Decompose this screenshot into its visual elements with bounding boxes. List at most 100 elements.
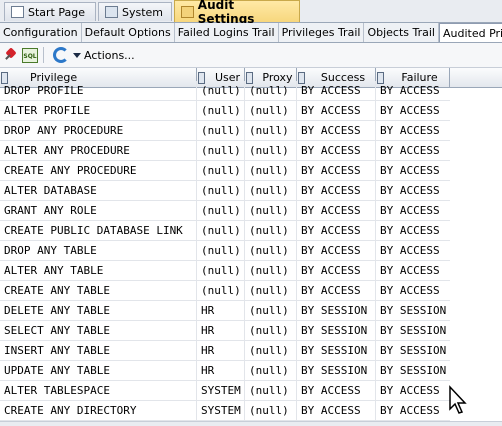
cell-privilege[interactable]: CREATE ANY TABLE: [0, 281, 197, 301]
cell-success[interactable]: BY ACCESS: [297, 381, 376, 401]
cell-failure[interactable]: BY ACCESS: [376, 121, 450, 141]
table-row[interactable]: DROP ANY TABLE (null) (null) BY ACCESS BY AC…: [0, 241, 450, 261]
cell-privilege[interactable]: DROP ANY TABLE: [0, 241, 197, 261]
cell-failure[interactable]: BY ACCESS: [376, 381, 450, 401]
cell-user[interactable]: (null): [197, 201, 245, 221]
subtab-configuration[interactable]: Configuration: [0, 23, 82, 42]
cell-failure[interactable]: BY ACCESS: [376, 101, 450, 121]
cell-privilege[interactable]: INSERT ANY TABLE: [0, 341, 197, 361]
tab-start-page[interactable]: Start Page: [4, 2, 96, 21]
cell-privilege[interactable]: SELECT ANY TABLE: [0, 321, 197, 341]
cell-user[interactable]: (null): [197, 181, 245, 201]
table-row[interactable]: ALTER DATABASE (null) (null) BY ACCESS BY AC…: [0, 181, 450, 201]
table-row[interactable]: CREATE ANY TABLE (null) (null) BY ACCESS BY …: [0, 281, 450, 301]
cell-success[interactable]: BY SESSION: [297, 361, 376, 381]
cell-failure[interactable]: BY ACCESS: [376, 81, 450, 101]
table-row[interactable]: ALTER TABLESPACE SYSTEM (null) BY ACCESS BY …: [0, 381, 450, 401]
table-row[interactable]: CREATE PUBLIC DATABASE LINK (null) (null) B…: [0, 221, 450, 241]
subtab-objects-trail[interactable]: Objects Trail: [364, 23, 439, 42]
cell-failure[interactable]: BY ACCESS: [376, 141, 450, 161]
cell-privilege[interactable]: ALTER PROFILE: [0, 101, 197, 121]
cell-success[interactable]: BY ACCESS: [297, 141, 376, 161]
tab-audit-settings[interactable]: Audit Settings: [174, 0, 300, 26]
cell-privilege[interactable]: ALTER DATABASE: [0, 181, 197, 201]
subtab-default-options[interactable]: Default Options: [82, 23, 175, 42]
cell-failure[interactable]: BY ACCESS: [376, 201, 450, 221]
table-row[interactable]: DROP PROFILE (null) (null) BY ACCESS BY ACCE…: [0, 81, 450, 101]
cell-privilege[interactable]: DELETE ANY TABLE: [0, 301, 197, 321]
run-sql-button[interactable]: SQL: [22, 45, 38, 65]
cell-success[interactable]: BY SESSION: [297, 301, 376, 321]
freeze-view-button[interactable]: [4, 45, 18, 65]
cell-privilege[interactable]: UPDATE ANY TABLE: [0, 361, 197, 381]
cell-privilege[interactable]: CREATE ANY DIRECTORY: [0, 401, 197, 421]
cell-failure[interactable]: BY SESSION: [376, 321, 450, 341]
cell-proxy[interactable]: (null): [245, 161, 297, 181]
cell-proxy[interactable]: (null): [245, 121, 297, 141]
cell-failure[interactable]: BY SESSION: [376, 341, 450, 361]
cell-user[interactable]: (null): [197, 121, 245, 141]
cell-failure[interactable]: BY ACCESS: [376, 261, 450, 281]
cell-user[interactable]: (null): [197, 161, 245, 181]
cell-privilege[interactable]: CREATE ANY PROCEDURE: [0, 161, 197, 181]
cell-proxy[interactable]: (null): [245, 221, 297, 241]
cell-success[interactable]: BY ACCESS: [297, 241, 376, 261]
cell-user[interactable]: (null): [197, 241, 245, 261]
cell-success[interactable]: BY SESSION: [297, 341, 376, 361]
cell-success[interactable]: BY ACCESS: [297, 281, 376, 301]
table-row[interactable]: CREATE ANY DIRECTORY SYSTEM (null) BY ACCES…: [0, 401, 450, 421]
cell-proxy[interactable]: (null): [245, 321, 297, 341]
cell-success[interactable]: BY ACCESS: [297, 181, 376, 201]
cell-failure[interactable]: BY ACCESS: [376, 241, 450, 261]
cell-success[interactable]: BY ACCESS: [297, 401, 376, 421]
refresh-button[interactable]: [53, 45, 69, 65]
cell-user[interactable]: (null): [197, 141, 245, 161]
cell-failure[interactable]: BY SESSION: [376, 361, 450, 381]
actions-menu[interactable]: Actions...: [73, 49, 135, 62]
cell-proxy[interactable]: (null): [245, 361, 297, 381]
cell-privilege[interactable]: ALTER ANY TABLE: [0, 261, 197, 281]
cell-failure[interactable]: BY ACCESS: [376, 181, 450, 201]
cell-proxy[interactable]: (null): [245, 201, 297, 221]
tab-system[interactable]: System: [98, 2, 172, 21]
cell-success[interactable]: BY ACCESS: [297, 201, 376, 221]
subtab-failed-logins-trail[interactable]: Failed Logins Trail: [175, 23, 279, 42]
cell-success[interactable]: BY ACCESS: [297, 121, 376, 141]
cell-proxy[interactable]: (null): [245, 341, 297, 361]
cell-user[interactable]: HR: [197, 321, 245, 341]
cell-failure[interactable]: BY ACCESS: [376, 401, 450, 421]
table-row[interactable]: DELETE ANY TABLE HR (null) BY SESSION BY SES…: [0, 301, 450, 321]
cell-privilege[interactable]: DROP ANY PROCEDURE: [0, 121, 197, 141]
cell-user[interactable]: SYSTEM: [197, 401, 245, 421]
cell-proxy[interactable]: (null): [245, 401, 297, 421]
cell-success[interactable]: BY ACCESS: [297, 161, 376, 181]
cell-user[interactable]: (null): [197, 261, 245, 281]
table-row[interactable]: GRANT ANY ROLE (null) (null) BY ACCESS BY AC…: [0, 201, 450, 221]
cell-success[interactable]: BY ACCESS: [297, 81, 376, 101]
cell-failure[interactable]: BY ACCESS: [376, 221, 450, 241]
cell-user[interactable]: HR: [197, 341, 245, 361]
cell-user[interactable]: (null): [197, 281, 245, 301]
cell-proxy[interactable]: (null): [245, 241, 297, 261]
cell-proxy[interactable]: (null): [245, 141, 297, 161]
cell-failure[interactable]: BY SESSION: [376, 301, 450, 321]
table-row[interactable]: ALTER PROFILE (null) (null) BY ACCESS BY ACC…: [0, 101, 450, 121]
cell-privilege[interactable]: CREATE PUBLIC DATABASE LINK: [0, 221, 197, 241]
cell-proxy[interactable]: (null): [245, 261, 297, 281]
cell-proxy[interactable]: (null): [245, 381, 297, 401]
table-row[interactable]: DROP ANY PROCEDURE (null) (null) BY ACCESS B…: [0, 121, 450, 141]
table-row[interactable]: UPDATE ANY TABLE HR (null) BY SESSION BY SES…: [0, 361, 450, 381]
table-row[interactable]: CREATE ANY PROCEDURE (null) (null) BY ACCES…: [0, 161, 450, 181]
cell-user[interactable]: SYSTEM: [197, 381, 245, 401]
cell-privilege[interactable]: ALTER TABLESPACE: [0, 381, 197, 401]
cell-privilege[interactable]: GRANT ANY ROLE: [0, 201, 197, 221]
cell-failure[interactable]: BY ACCESS: [376, 161, 450, 181]
cell-privilege[interactable]: DROP PROFILE: [0, 81, 197, 101]
cell-success[interactable]: BY ACCESS: [297, 101, 376, 121]
cell-success[interactable]: BY SESSION: [297, 321, 376, 341]
cell-user[interactable]: (null): [197, 101, 245, 121]
table-row[interactable]: ALTER ANY PROCEDURE (null) (null) BY ACCESS…: [0, 141, 450, 161]
subtab-audited-privileges[interactable]: Audited Privileges: [438, 23, 502, 42]
cell-user[interactable]: HR: [197, 301, 245, 321]
cell-proxy[interactable]: (null): [245, 81, 297, 101]
